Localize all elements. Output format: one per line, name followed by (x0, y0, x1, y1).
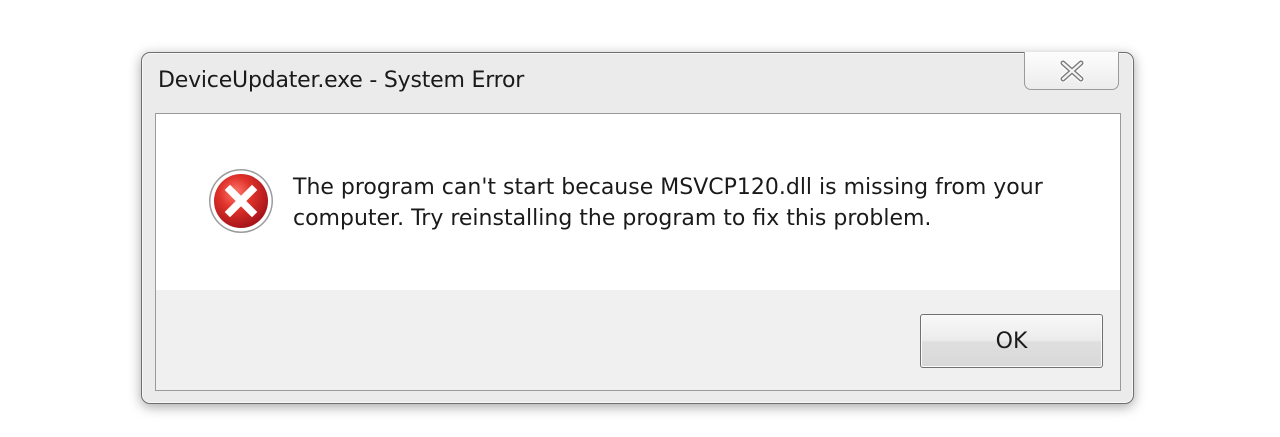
close-icon (1059, 59, 1084, 82)
message-area: The program can't start because MSVCP120… (156, 114, 1120, 290)
window-title: DeviceUpdater.exe - System Error (158, 68, 525, 93)
system-error-dialog: DeviceUpdater.exe - System Error The pro… (141, 52, 1134, 404)
dialog-client-area: The program can't start because MSVCP120… (155, 113, 1121, 391)
ok-button[interactable]: OK (920, 314, 1103, 368)
error-icon (209, 169, 273, 233)
close-button[interactable] (1024, 52, 1119, 90)
error-message: The program can't start because MSVCP120… (293, 175, 1043, 231)
